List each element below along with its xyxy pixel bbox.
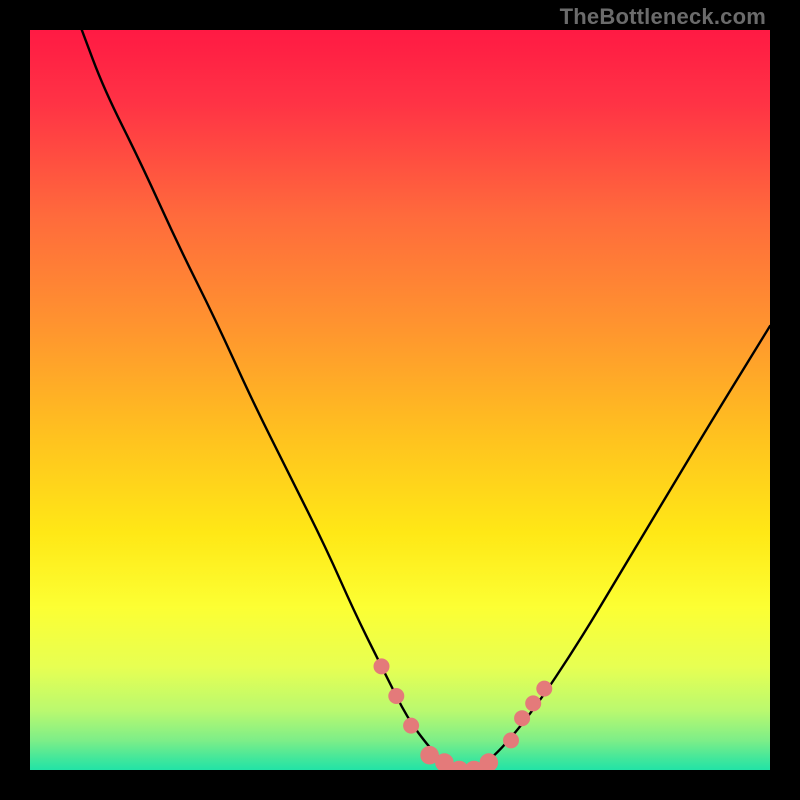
chart-frame xyxy=(30,30,770,770)
curve-marker xyxy=(503,732,519,748)
watermark-label: TheBottleneck.com xyxy=(560,4,766,30)
curve-marker xyxy=(514,710,530,726)
curve-marker xyxy=(536,681,552,697)
curve-marker xyxy=(374,658,390,674)
curve-marker xyxy=(403,718,419,734)
curve-marker xyxy=(525,695,541,711)
bottleneck-curve xyxy=(30,30,770,770)
curve-marker xyxy=(388,688,404,704)
